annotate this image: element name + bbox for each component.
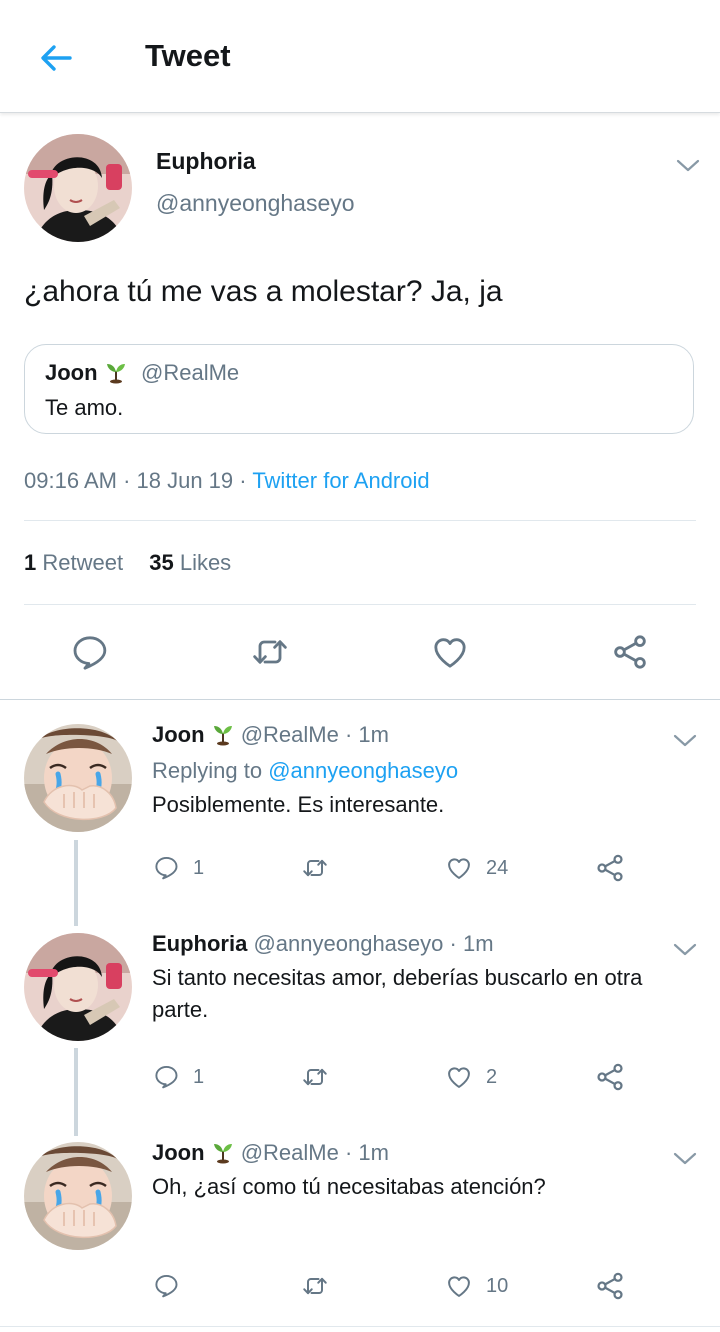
chevron-down-icon[interactable]: [672, 1151, 698, 1167]
quote-handle: @RealMe: [141, 360, 240, 385]
retweet-count: 1: [24, 550, 37, 575]
reply-text: Si tanto necesitas amor, deberías buscar…: [152, 965, 643, 1022]
retweet-icon[interactable]: [249, 632, 291, 672]
divider: [24, 604, 696, 605]
avatar[interactable]: [24, 724, 132, 832]
share-icon[interactable]: [594, 852, 626, 884]
replying-prefix: Replying to: [152, 758, 263, 783]
like-label: Likes: [179, 550, 232, 575]
quote-author: Joon: [45, 360, 128, 386]
like-count: 35: [149, 550, 174, 575]
reply-icon[interactable]: [153, 854, 180, 881]
author-name[interactable]: Euphoria: [156, 148, 256, 175]
page-title: Tweet: [145, 38, 231, 73]
avatar[interactable]: [24, 1142, 132, 1250]
reply-header: Joon @RealMe · 1m: [152, 1140, 389, 1165]
reply-count: 1: [193, 1066, 205, 1088]
reply-header: Euphoria @annyeonghaseyo · 1m: [152, 931, 494, 956]
avatar[interactable]: [24, 933, 132, 1041]
author-handle[interactable]: @annyeonghaseyo: [156, 190, 355, 217]
retweet-icon[interactable]: [300, 854, 330, 882]
like-icon[interactable]: [445, 1063, 473, 1091]
like-icon[interactable]: [430, 632, 470, 672]
share-icon[interactable]: [610, 632, 650, 672]
reply-text: Posiblemente. Es interesante.: [152, 792, 445, 817]
section-divider: [0, 699, 720, 700]
tweet-client-link[interactable]: Twitter for Android: [252, 468, 429, 493]
reply-author-name[interactable]: Joon: [152, 1140, 205, 1165]
like-icon[interactable]: [445, 1272, 473, 1300]
reply-handle[interactable]: @annyeonghaseyo: [253, 931, 443, 956]
retweet-stat[interactable]: 1 Retweet: [24, 550, 123, 575]
seedling-emoji: [211, 1140, 235, 1164]
quote-author-name: Joon: [45, 360, 98, 385]
chevron-down-icon[interactable]: [672, 733, 698, 749]
reply-author-name[interactable]: Joon: [152, 722, 205, 747]
back-button[interactable]: [36, 38, 76, 78]
reply-text: Oh, ¿así como tú necesitabas atención?: [152, 1174, 546, 1199]
thread-line: [74, 1048, 78, 1136]
seedling-emoji: [211, 722, 235, 746]
chevron-down-icon[interactable]: [672, 942, 698, 958]
chevron-down-icon[interactable]: [675, 158, 701, 174]
reply-icon[interactable]: [153, 1272, 180, 1299]
tweet-text: ¿ahora tú me vas a molestar? Ja, ja: [24, 275, 503, 308]
tweet-meta: 09:16 AM · 18 Jun 19 · Twitter for Andro…: [24, 468, 430, 493]
reply-icon[interactable]: [70, 632, 110, 672]
reply-handle[interactable]: @RealMe: [241, 722, 339, 747]
reply-time: 1m: [358, 722, 389, 747]
divider: [0, 1326, 720, 1327]
replying-to: Replying to @annyeonghaseyo: [152, 758, 458, 784]
like-stat[interactable]: 35 Likes: [149, 550, 231, 575]
quote-text: Te amo.: [45, 395, 124, 420]
retweet-icon[interactable]: [300, 1272, 330, 1300]
like-count: 24: [486, 857, 509, 879]
tweet-date: 18 Jun 19: [136, 468, 234, 493]
share-icon[interactable]: [594, 1270, 626, 1302]
reply-handle[interactable]: @RealMe: [241, 1140, 339, 1165]
reply-time: 1m: [358, 1140, 389, 1165]
retweet-icon[interactable]: [300, 1063, 330, 1091]
like-count: 10: [486, 1275, 509, 1297]
tweet-stats: 1 Retweet 35 Likes: [24, 550, 231, 576]
seedling-emoji: [104, 360, 128, 384]
reply-author-name[interactable]: Euphoria: [152, 931, 247, 956]
quoted-tweet[interactable]: Joon @RealMe Te amo.: [24, 344, 694, 434]
reply-time: 1m: [462, 931, 494, 956]
share-icon[interactable]: [594, 1061, 626, 1093]
reply-icon[interactable]: [153, 1063, 180, 1090]
divider: [24, 520, 696, 521]
like-count: 2: [486, 1066, 498, 1088]
arrow-left-icon: [41, 45, 72, 71]
tweet-time: 09:16 AM: [24, 468, 117, 493]
retweet-label: Retweet: [42, 550, 124, 575]
mention-link[interactable]: @annyeonghaseyo: [268, 758, 458, 783]
reply-count: 1: [193, 857, 205, 879]
like-icon[interactable]: [445, 854, 473, 882]
avatar[interactable]: [24, 134, 132, 242]
thread-line: [74, 840, 78, 926]
top-bar: Tweet: [0, 0, 720, 113]
reply-header: Joon @RealMe · 1m: [152, 722, 389, 747]
